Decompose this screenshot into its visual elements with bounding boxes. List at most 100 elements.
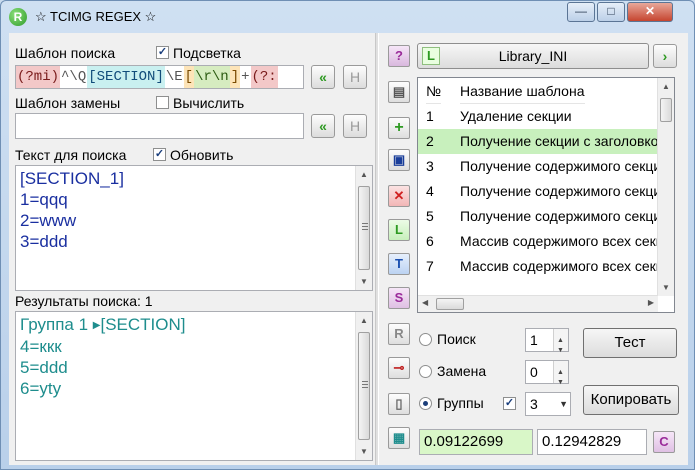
- minimize-button[interactable]: —: [567, 2, 595, 22]
- text-button[interactable]: T: [388, 253, 410, 275]
- scroll-down-icon[interactable]: ▼: [356, 443, 372, 460]
- refresh-checkbox[interactable]: ✓: [153, 148, 166, 161]
- text-icon: T: [395, 256, 403, 271]
- search-count-spinner[interactable]: 1 ▲ ▼: [525, 328, 569, 354]
- regex-token: [: [183, 66, 195, 88]
- row-name: Получение содержимого секции: [460, 158, 658, 174]
- groups-mode-radio[interactable]: [419, 397, 432, 410]
- regex-token: (?mi): [16, 66, 61, 88]
- string-button[interactable]: S: [388, 287, 410, 309]
- replace-history-button[interactable]: H: [343, 114, 367, 138]
- text-line: 2=www: [20, 211, 77, 230]
- groups-checkbox[interactable]: ✓: [503, 397, 516, 410]
- regex-token: +: [240, 66, 251, 88]
- highlight-label: Подсветка: [173, 45, 241, 61]
- search-mode-radio[interactable]: [419, 333, 432, 346]
- double-chevron-left-icon: «: [319, 118, 327, 134]
- results-scrollbar[interactable]: ▲ ▼: [355, 312, 372, 460]
- table-row[interactable]: 4 Получение содержимого секции: [418, 179, 658, 204]
- replace-pattern-input[interactable]: [15, 113, 304, 139]
- window-title: ☆ TCIMG REGEX ☆: [35, 9, 157, 24]
- column-header-name[interactable]: Название шаблона: [460, 78, 585, 104]
- add-button[interactable]: +: [388, 117, 410, 139]
- grid-icon: ▦: [392, 430, 406, 445]
- results-area[interactable]: Группа 1 ▶[SECTION] 4=ккк 5=ddd 6=yty ▲ …: [15, 311, 373, 461]
- history-icon: H: [349, 118, 361, 134]
- save-button[interactable]: ▤: [388, 81, 410, 103]
- chevron-down-icon: ▼: [559, 399, 568, 409]
- column-header-number[interactable]: №: [426, 78, 442, 104]
- row-number: 5: [426, 208, 434, 224]
- scroll-thumb[interactable]: [436, 298, 464, 310]
- table-vscrollbar[interactable]: ▲ ▼: [657, 78, 674, 296]
- scroll-thumb[interactable]: [358, 186, 370, 270]
- string-icon: S: [394, 290, 404, 305]
- close-button[interactable]: ✕: [627, 2, 673, 22]
- regex-token: ^\Q: [60, 66, 88, 88]
- table-row[interactable]: 6 Массив содержимого всех секций: [418, 229, 658, 254]
- groups-combo[interactable]: 3 ▼: [525, 392, 571, 416]
- delete-button[interactable]: ✕: [388, 185, 410, 207]
- table-row[interactable]: 3 Получение содержимого секции: [418, 154, 658, 179]
- spinner-arrows[interactable]: ▲ ▼: [553, 361, 568, 386]
- table-row[interactable]: 1 Удаление секции: [418, 104, 658, 129]
- table-row[interactable]: 7 Массив содержимого всех секций: [418, 254, 658, 279]
- search-mode-label: Поиск: [437, 331, 476, 347]
- replace-count-spinner[interactable]: 0 ▲ ▼: [525, 360, 569, 386]
- search-pattern-input[interactable]: (?mi) ^\Q [SECTION] \E[\r\n] + (?:: [15, 65, 304, 89]
- scroll-right-icon[interactable]: ▶: [648, 298, 654, 307]
- scroll-thumb[interactable]: [358, 332, 370, 440]
- text-line: 5=ddd: [20, 358, 68, 377]
- scroll-up-icon[interactable]: ▲: [356, 312, 372, 329]
- search-text-scrollbar[interactable]: ▲ ▼: [355, 166, 372, 290]
- spinner-arrows[interactable]: ▲ ▼: [553, 329, 568, 354]
- timing-primary: 0.09122699: [419, 429, 533, 455]
- app-window: R ☆ TCIMG REGEX ☆ — □ ✕ Шаблон поиска ✓ …: [0, 0, 695, 470]
- test-button[interactable]: Тест: [583, 328, 677, 358]
- help-button[interactable]: ?: [388, 45, 410, 67]
- search-count-value: 1: [530, 332, 538, 348]
- clear-button[interactable]: C: [653, 431, 675, 453]
- library-button[interactable]: L: [388, 219, 410, 241]
- edit-button[interactable]: ▣: [388, 149, 410, 171]
- scroll-down-icon[interactable]: ▼: [356, 273, 372, 290]
- scroll-up-icon[interactable]: ▲: [658, 78, 674, 95]
- scroll-up-icon[interactable]: ▲: [356, 166, 372, 183]
- pin-button[interactable]: ⊸: [388, 357, 410, 379]
- scroll-left-icon[interactable]: ◀: [422, 298, 428, 307]
- timing-secondary: 0.12942829: [537, 429, 647, 455]
- results-label: Результаты поиска: 1: [15, 293, 153, 309]
- regex-button[interactable]: R: [388, 323, 410, 345]
- panel-splitter[interactable]: [375, 33, 379, 465]
- add-icon: +: [394, 119, 404, 136]
- table-row-selected[interactable]: 2 Получение секции с заголовком: [418, 129, 658, 154]
- compute-checkbox[interactable]: [156, 96, 169, 109]
- row-name: Получение содержимого секции: [460, 183, 658, 199]
- page-button[interactable]: ▯: [388, 393, 410, 415]
- row-name: Массив содержимого всех секций: [460, 233, 658, 249]
- replace-mode-radio[interactable]: [419, 365, 432, 378]
- scroll-down-icon[interactable]: ▼: [658, 279, 674, 296]
- search-pattern-label: Шаблон поиска: [15, 45, 116, 61]
- search-text-area[interactable]: [SECTION_1] 1=qqq 2=www 3=ddd ▲ ▼: [15, 165, 373, 291]
- copy-button[interactable]: Копировать: [583, 385, 679, 415]
- table-hscrollbar[interactable]: ◀ ▶: [418, 295, 658, 312]
- compute-label: Вычислить: [173, 95, 245, 111]
- library-next-button[interactable]: ›: [653, 44, 677, 68]
- main-panel: Шаблон поиска ✓ Подсветка (?mi) ^\Q [SECTI…: [9, 33, 688, 465]
- table-row[interactable]: 5 Получение содержимого секции: [418, 204, 658, 229]
- grid-button[interactable]: ▦: [388, 427, 410, 449]
- pattern-back-button[interactable]: «: [311, 65, 335, 89]
- maximize-button[interactable]: □: [597, 2, 625, 22]
- groups-mode-label: Группы: [437, 395, 484, 411]
- scroll-thumb[interactable]: [660, 98, 672, 122]
- templates-table[interactable]: № Название шаблона 1 Удаление секции 2 П…: [417, 77, 675, 313]
- highlight-checkbox[interactable]: ✓: [156, 46, 169, 59]
- replace-back-button[interactable]: «: [311, 114, 335, 138]
- copy-button-label: Копировать: [590, 391, 672, 408]
- library-name: Library_INI: [498, 48, 568, 64]
- row-name: Получение секции с заголовком: [460, 133, 658, 149]
- library-select-button[interactable]: L Library_INI: [417, 43, 649, 69]
- pattern-history-button[interactable]: H: [343, 65, 367, 89]
- double-chevron-left-icon: «: [319, 69, 327, 85]
